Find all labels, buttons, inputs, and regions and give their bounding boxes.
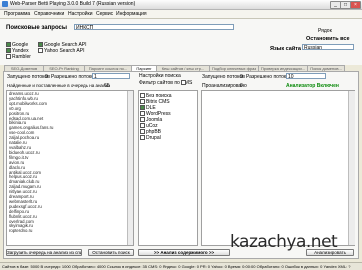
right-threads-value: 0 xyxy=(240,74,243,80)
cms-joomla-checkbox[interactable] xyxy=(140,117,145,122)
results-list[interactable] xyxy=(201,90,355,246)
queue-scrollbar[interactable] xyxy=(127,91,133,245)
engine-google-api-checkbox[interactable] xyxy=(38,42,43,47)
right-allowed-input[interactable]: 10 xyxy=(286,73,326,79)
engine-rambler-label: Rambler xyxy=(12,54,31,60)
right-allowed-label: Разрешено потоков xyxy=(246,74,292,80)
status-bar: Сайтов в базе: 5000 В очереди: 1000 Обра… xyxy=(0,262,362,270)
app-icon xyxy=(2,1,8,7)
load-queue-button[interactable]: Загрузить очередь на анализ из списка xyxy=(6,249,82,256)
left-allowed-label: Разрешено потоков xyxy=(51,74,97,80)
queue-items: dreams.ucoz.ru yachtinfo.wb.ru opt.mobilwo… xyxy=(7,91,133,235)
menu-program[interactable]: Программа xyxy=(4,11,30,17)
search-query-label: Поисковые запросы xyxy=(6,25,67,31)
site-language-select[interactable]: Russian xyxy=(302,44,354,50)
stop-search-button[interactable]: Остановить поиск xyxy=(88,249,134,256)
cms-ucoz-checkbox[interactable] xyxy=(140,123,145,128)
engine-yahoo-api-checkbox[interactable] xyxy=(38,48,43,53)
cms-wordpress-checkbox[interactable] xyxy=(140,111,145,116)
menu-settings[interactable]: Настройки xyxy=(68,11,93,17)
cms-filter-checkbox[interactable] xyxy=(181,80,186,85)
links-label: Рядок xyxy=(318,28,332,34)
engine-yahoo-api-label: Yahoo Search API xyxy=(44,48,85,54)
cms-phpbb-checkbox[interactable] xyxy=(140,129,145,134)
window-title: Web-Parser Betti Playing 3.0.0 Build 7 (… xyxy=(10,1,136,7)
engine-google-checkbox[interactable] xyxy=(6,42,11,47)
right-threads-label: Запущено потоков xyxy=(202,74,245,80)
queue-list[interactable]: dreams.ucoz.ru yachtinfo.wb.ru opt.mobilwo… xyxy=(6,90,134,246)
app-window: Web-Parser Betti Playing 3.0.0 Build 7 (… xyxy=(0,0,362,270)
close-button[interactable]: × xyxy=(350,1,361,9)
analyzed-value: 0 xyxy=(240,83,243,89)
cms-dle-checkbox[interactable] xyxy=(140,105,145,110)
watermark: kazachya.net xyxy=(230,232,338,252)
menu-references[interactable]: Справочники xyxy=(34,11,64,17)
left-allowed-input[interactable]: 1 xyxy=(92,73,130,79)
menu-info[interactable]: Информация xyxy=(116,11,147,17)
left-threads-value: 0 xyxy=(45,74,48,80)
title-bar: Web-Parser Betti Playing 3.0.0 Build 7 (… xyxy=(0,0,362,10)
site-language-label: Язык сайта xyxy=(270,46,301,52)
queue-found-label: Найденные и поставленные в очередь на ан… xyxy=(7,83,111,88)
search-settings-label: Настройки поиска xyxy=(139,73,181,79)
analyzer-status: Анализатор Включен xyxy=(286,83,339,89)
left-threads-label: Запущено потоков xyxy=(7,74,50,80)
analyze-content-button[interactable]: >> Анализ содержимого >> xyxy=(138,249,230,256)
queue-list-item[interactable]: ropterdno.ru xyxy=(9,228,131,234)
cms-none-checkbox[interactable] xyxy=(140,93,145,98)
cms-bitrix-checkbox[interactable] xyxy=(140,99,145,104)
menu-service[interactable]: Сервис xyxy=(96,11,113,17)
engine-yandex-checkbox[interactable] xyxy=(6,48,11,53)
search-query-input[interactable]: ИНКСП xyxy=(74,24,234,30)
queue-found-value: 65 xyxy=(104,83,110,89)
cms-drupal-checkbox[interactable] xyxy=(140,135,145,140)
results-scrollbar[interactable] xyxy=(348,91,355,245)
stop-all-button[interactable]: Остановить все xyxy=(306,36,350,42)
engine-rambler-checkbox[interactable] xyxy=(6,54,11,59)
cms-drupal-label: Drupal xyxy=(146,135,161,141)
